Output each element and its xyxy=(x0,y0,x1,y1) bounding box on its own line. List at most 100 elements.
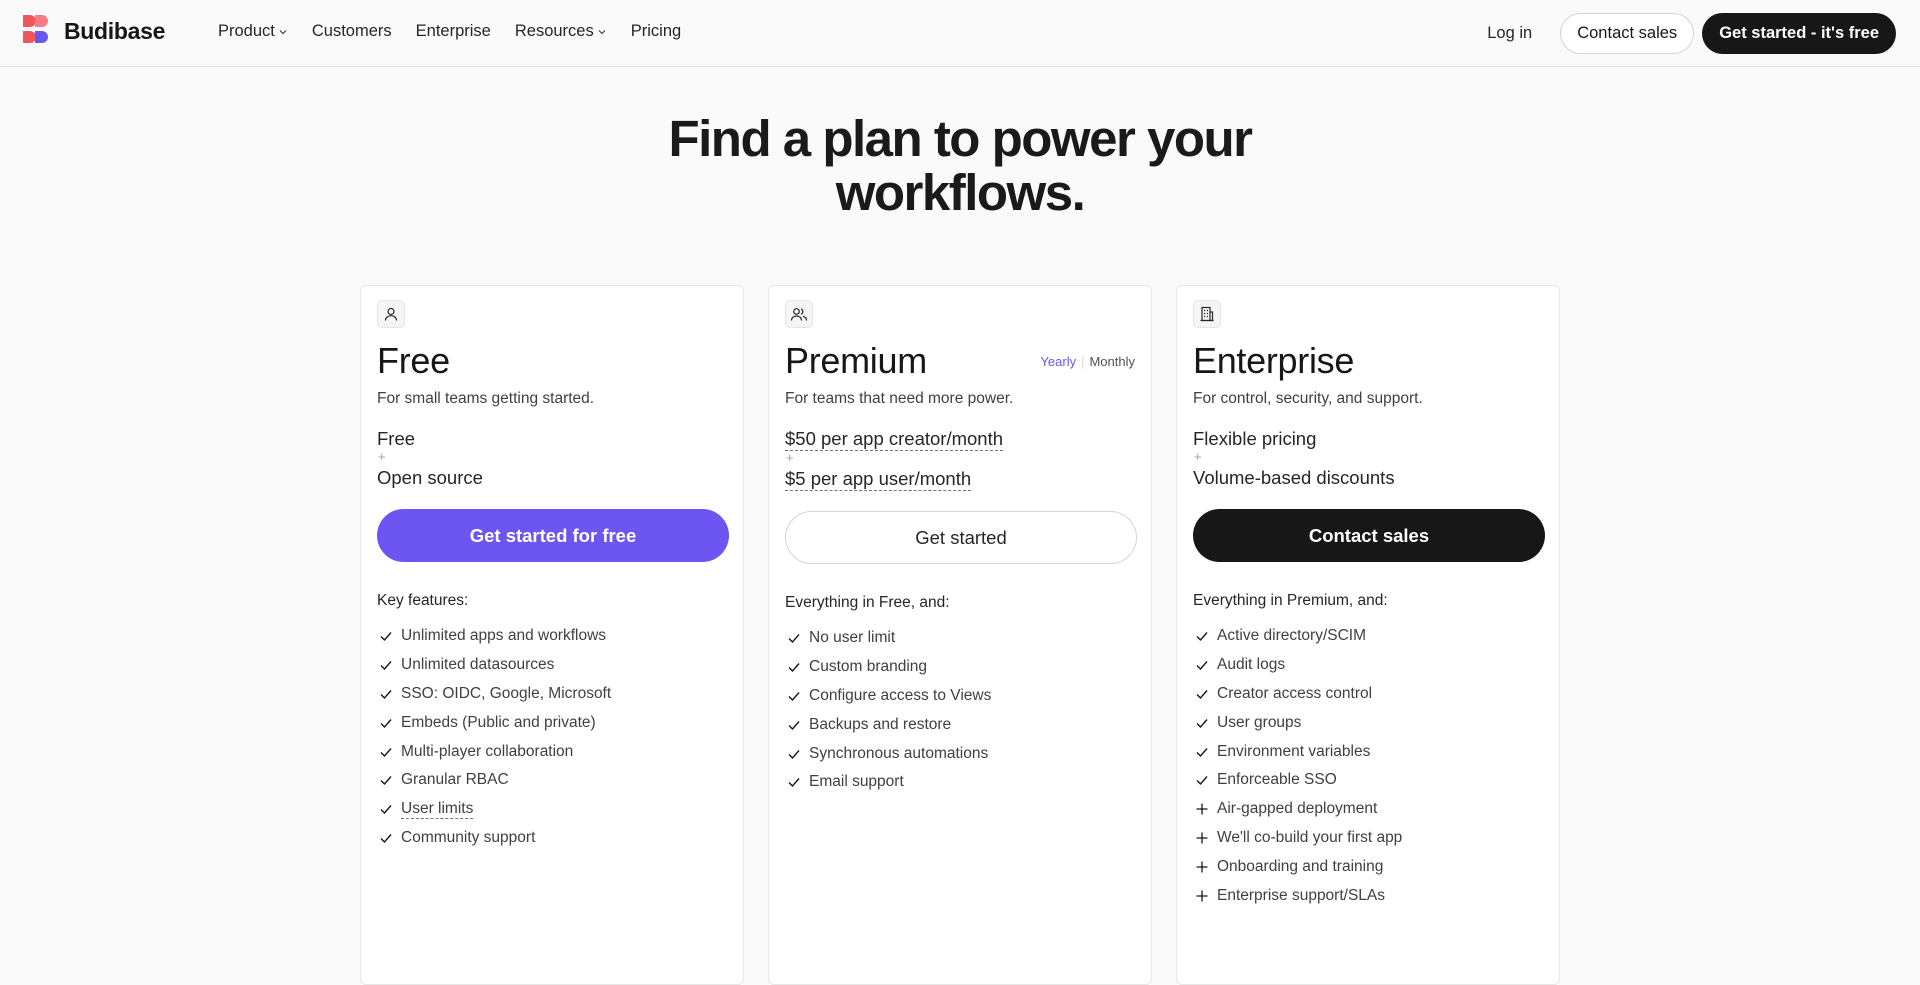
chevron-down-icon xyxy=(598,29,606,34)
feature-label: Email support xyxy=(809,773,904,791)
nav-product[interactable]: Product xyxy=(218,22,288,41)
nav-customers-label: Customers xyxy=(311,22,392,40)
feature-item: Email support xyxy=(785,768,1137,797)
feature-list: No user limit Custom branding Configure … xyxy=(785,624,1137,797)
contact-sales-button[interactable]: Contact sales xyxy=(1560,13,1695,54)
get-started-premium-button[interactable]: Get started xyxy=(785,511,1137,564)
feature-label: Embeds (Public and private) xyxy=(401,713,596,731)
brand-name: Budibase xyxy=(64,17,166,44)
features-heading: Key features: xyxy=(377,592,469,609)
feature-label: Audit logs xyxy=(1217,656,1286,674)
feature-item: Embeds (Public and private) xyxy=(377,708,729,737)
feature-label: Unlimited apps and workflows xyxy=(401,627,607,645)
check-icon xyxy=(788,692,800,702)
get-started-button[interactable]: Get started - it's free xyxy=(1702,13,1896,54)
check-icon xyxy=(1196,718,1208,728)
plus-icon: + xyxy=(378,449,386,464)
feature-label: Active directory/SCIM xyxy=(1217,627,1367,645)
check-icon xyxy=(788,720,800,730)
plan-card-premium: Premium For teams that need more power. … xyxy=(768,285,1152,985)
nav-pricing-label: Pricing xyxy=(630,22,682,40)
plan-card-free: Free For small teams getting started. Fr… xyxy=(360,285,744,985)
nav-resources[interactable]: Resources xyxy=(515,22,607,41)
feature-item: Creator access control xyxy=(1193,680,1545,709)
feature-label: Granular RBAC xyxy=(401,771,509,789)
check-icon xyxy=(1196,747,1208,757)
plan-name: Enterprise xyxy=(1193,340,1355,381)
plan-card-enterprise: Enterprise For control, security, and su… xyxy=(1176,285,1560,985)
feature-label: SSO: OIDC, Google, Microsoft xyxy=(401,684,612,702)
price-line-1[interactable]: $50 per app creator/month xyxy=(785,428,1004,451)
toggle-divider: | xyxy=(1081,354,1085,369)
price-block: Flexible pricing + Volume-based discount… xyxy=(1193,428,1545,489)
nav-resources-label: Resources xyxy=(514,22,594,40)
feature-item: Air-gapped deployment xyxy=(1193,795,1545,824)
check-icon xyxy=(1196,690,1208,700)
feature-item: SSO: OIDC, Google, Microsoft xyxy=(377,680,729,709)
feature-item: Granular RBAC xyxy=(377,766,729,795)
feature-label: Environment variables xyxy=(1217,742,1371,760)
feature-item: Active directory/SCIM xyxy=(1193,622,1545,651)
check-icon xyxy=(788,663,800,673)
feature-list: Active directory/SCIM Audit logs Creator… xyxy=(1193,622,1545,910)
feature-item: No user limit xyxy=(785,624,1137,653)
check-icon xyxy=(380,690,392,700)
nav-customers[interactable]: Customers xyxy=(312,22,392,41)
budibase-logo-icon xyxy=(23,15,48,43)
main-nav: Product Customers Enterprise Resources P… xyxy=(218,22,681,41)
nav-pricing[interactable]: Pricing xyxy=(631,22,681,41)
check-icon xyxy=(1196,632,1208,642)
feature-label: User groups xyxy=(1217,713,1302,731)
feature-item: Audit logs xyxy=(1193,651,1545,680)
price-line-2[interactable]: $5 per app user/month xyxy=(785,468,972,491)
feature-item: Onboarding and training xyxy=(1193,852,1545,881)
plus-icon xyxy=(1196,832,1208,844)
feature-label: Synchronous automations xyxy=(809,744,989,762)
top-navbar: Budibase Product Customers Enterprise Re… xyxy=(0,0,1920,67)
feature-item: Custom branding xyxy=(785,653,1137,682)
plus-icon xyxy=(1196,861,1208,873)
feature-item: Unlimited datasources xyxy=(377,651,729,680)
feature-label: Backups and restore xyxy=(809,715,952,733)
billing-yearly-option[interactable]: Yearly xyxy=(1040,354,1076,369)
check-icon xyxy=(380,834,392,843)
check-icon xyxy=(1196,661,1208,671)
price-line-2: Open source xyxy=(377,467,483,488)
check-icon xyxy=(1196,776,1208,786)
feature-label: Community support xyxy=(401,828,536,846)
feature-item: User limits xyxy=(377,795,729,824)
nav-enterprise[interactable]: Enterprise xyxy=(416,22,491,41)
feature-item: Enforceable SSO xyxy=(1193,766,1545,795)
plan-description: For teams that need more power. xyxy=(785,390,1014,407)
check-icon xyxy=(380,661,392,671)
feature-item: Configure access to Views xyxy=(785,682,1137,711)
user-limits-tooltip-link[interactable]: User limits xyxy=(401,800,474,819)
feature-item: Backups and restore xyxy=(785,710,1137,739)
login-link[interactable]: Log in xyxy=(1487,24,1532,43)
brand-logo[interactable]: Budibase xyxy=(22,14,165,48)
feature-list: Unlimited apps and workflows Unlimited d… xyxy=(377,622,729,852)
feature-item: Unlimited apps and workflows xyxy=(377,622,729,651)
plus-icon: + xyxy=(786,450,794,465)
feature-item: Enterprise support/SLAs xyxy=(1193,881,1545,910)
nav-enterprise-label: Enterprise xyxy=(415,22,491,40)
check-icon xyxy=(788,778,800,788)
plus-icon xyxy=(1196,890,1208,902)
users-icon xyxy=(785,300,813,328)
page-title-line1: Find a plan to power your xyxy=(668,110,1253,167)
feature-label: Multi-player collaboration xyxy=(401,742,574,760)
features-heading: Everything in Premium, and: xyxy=(1193,592,1388,609)
feature-label: Creator access control xyxy=(1217,684,1373,702)
feature-item: Community support xyxy=(377,824,729,853)
check-icon xyxy=(788,749,800,759)
get-started-free-button[interactable]: Get started for free xyxy=(377,509,729,562)
price-block: Free + Open source xyxy=(377,428,729,489)
price-line-1: Flexible pricing xyxy=(1193,428,1317,449)
feature-label: Configure access to Views xyxy=(809,686,992,704)
billing-toggle: Yearly | Monthly xyxy=(1040,354,1135,369)
check-icon xyxy=(380,747,392,757)
billing-monthly-option[interactable]: Monthly xyxy=(1089,354,1135,369)
check-icon xyxy=(380,776,392,786)
check-icon xyxy=(788,634,800,644)
contact-sales-enterprise-button[interactable]: Contact sales xyxy=(1193,509,1545,562)
